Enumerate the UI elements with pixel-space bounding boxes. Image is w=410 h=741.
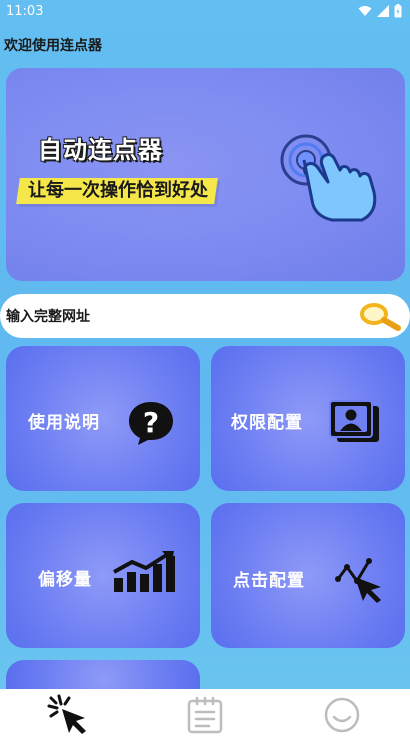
search-input[interactable]: 输入完整网址 [0, 294, 410, 338]
banner-subtitle-text: 让每一次操作恰到好处 [28, 180, 208, 201]
nav-notes[interactable] [175, 689, 235, 741]
profile-card-icon [329, 400, 379, 442]
tap-hand-icon [280, 134, 377, 222]
usage-guide-card[interactable]: 使用说明 ? [6, 346, 200, 491]
click-path-icon [335, 558, 381, 603]
page-title: 欢迎使用连点器 [4, 38, 102, 54]
status-time: 11:03 [6, 3, 44, 19]
svg-text:?: ? [143, 406, 159, 439]
offset-card[interactable]: 偏移量 [6, 503, 200, 648]
status-icons [358, 4, 402, 18]
click-config-label: 点击配置 [233, 571, 305, 591]
wifi-icon [358, 6, 372, 16]
banner-title: 自动连点器 [38, 136, 163, 164]
click-cursor-icon [47, 694, 87, 734]
usage-guide-label: 使用说明 [28, 413, 100, 433]
status-bar: 11:03 [0, 0, 410, 22]
question-icon: ? [129, 402, 173, 445]
smile-icon [324, 697, 359, 733]
promo-banner[interactable]: 自动连点器 让每一次操作恰到好处 [6, 68, 405, 281]
click-config-card[interactable]: 点击配置 [211, 503, 405, 648]
battery-icon [394, 4, 402, 18]
permission-config-card[interactable]: 权限配置 [211, 346, 405, 491]
notepad-icon [187, 696, 223, 734]
permission-config-label: 权限配置 [231, 413, 303, 433]
bottom-nav [0, 689, 410, 741]
offset-label: 偏移量 [38, 570, 92, 590]
nav-click[interactable] [38, 689, 98, 741]
search-icon[interactable] [358, 301, 402, 331]
signal-icon [377, 5, 389, 17]
nav-profile[interactable] [312, 689, 372, 741]
banner-subtitle: 让每一次操作恰到好处 [16, 178, 218, 204]
search-placeholder: 输入完整网址 [6, 309, 90, 325]
bar-chart-icon [113, 551, 175, 592]
